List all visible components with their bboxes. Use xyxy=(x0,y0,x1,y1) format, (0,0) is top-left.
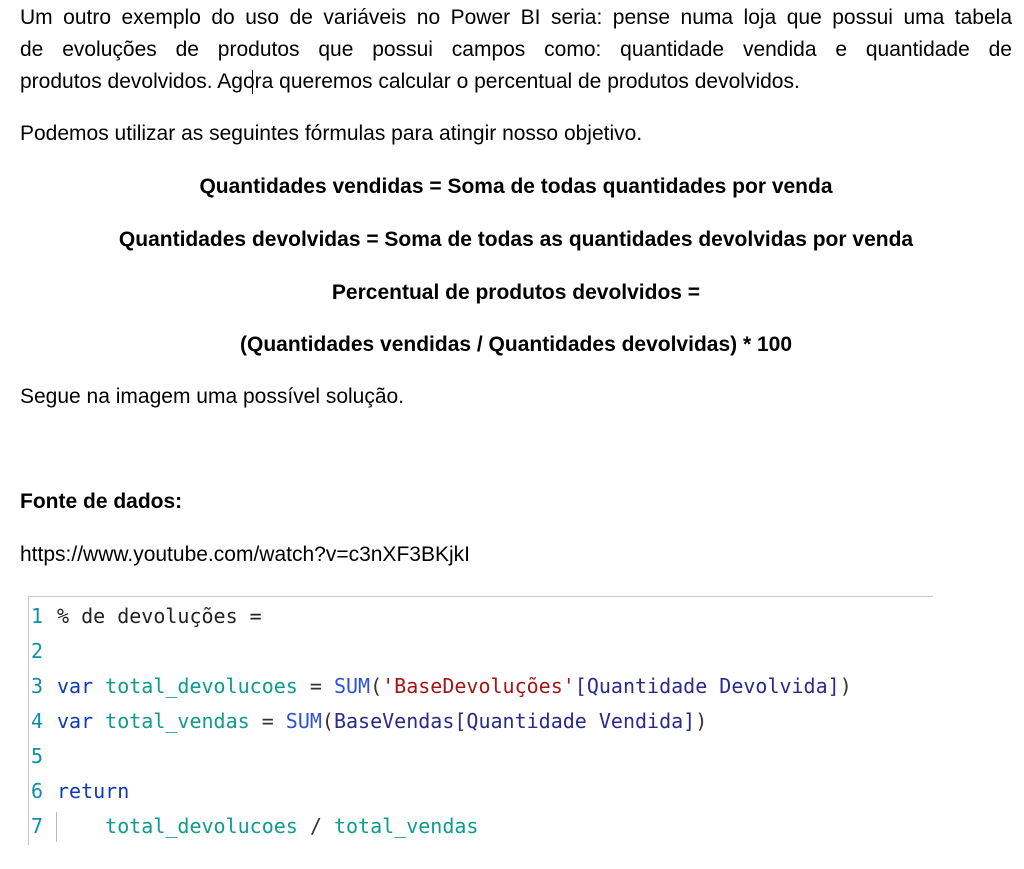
paren: ( xyxy=(321,709,334,733)
operator: / xyxy=(297,814,334,838)
code-line-2: 2 xyxy=(29,634,57,669)
line-number: 2 xyxy=(31,639,44,663)
variable-total-devolucoes: total_devolucoes xyxy=(105,674,298,698)
line-number: 6 xyxy=(31,779,44,803)
code-line-7: 7 total_devolucoes / total_vendas xyxy=(29,809,478,844)
formula-percent-title: Percentual de produtos devolvidos = xyxy=(331,281,701,304)
indent-guide xyxy=(56,812,57,842)
column-ref: [Quantidade Vendida] xyxy=(454,709,696,733)
code-line-4: 4 var total_vendas = SUM(BaseVendas[Quant… xyxy=(29,704,707,739)
keyword-var: var xyxy=(57,674,94,698)
keyword-return: return xyxy=(57,779,130,803)
function-sum: SUM xyxy=(333,674,371,698)
measure-name: % de devoluções = xyxy=(57,604,262,628)
table-ref: 'BaseDevoluções' xyxy=(382,674,575,698)
code-line-6: 6 return xyxy=(29,774,129,809)
intro-paragraph: Um outro exemplo do uso de variáveis no … xyxy=(20,2,1012,98)
solution-text: Segue na imagem uma possível solução. xyxy=(20,385,405,408)
intro-line-3: produtos devolvidos. Agora queremos calc… xyxy=(20,70,800,93)
variable-total-vendas: total_vendas xyxy=(333,814,479,838)
line-number: 7 xyxy=(31,814,44,838)
paren: ) xyxy=(839,674,852,698)
paren: ) xyxy=(695,709,708,733)
function-sum: SUM xyxy=(285,709,322,733)
line-number: 3 xyxy=(31,674,44,698)
operator: = xyxy=(249,709,286,733)
source-heading: Fonte de dados: xyxy=(20,490,183,513)
paren: ( xyxy=(370,674,383,698)
column-ref: [Quantidade Devolvida] xyxy=(574,674,840,698)
formula-sold: Quantidades vendidas = Soma de todas qua… xyxy=(199,175,833,198)
formula-percent-expression: (Quantidades vendidas / Quantidades devo… xyxy=(240,333,792,356)
code-line-3: 3 var total_devolucoes = SUM('BaseDevoluç… xyxy=(29,669,852,704)
variable-total-vendas: total_vendas xyxy=(105,709,250,733)
keyword-var: var xyxy=(57,709,94,733)
formulas-intro: Podemos utilizar as seguintes fórmulas p… xyxy=(20,122,643,145)
source-url: https://www.youtube.com/watch?v=c3nXF3BK… xyxy=(20,543,470,566)
line-number: 1 xyxy=(31,604,44,628)
line-number: 4 xyxy=(31,709,44,733)
formula-returned: Quantidades devolvidas = Soma de todas a… xyxy=(118,228,914,251)
dax-code-block: 1 % de devoluções = 2 3 var total_devoluco… xyxy=(28,596,933,845)
table-ref: BaseVendas xyxy=(333,709,455,733)
operator: = xyxy=(297,674,334,698)
code-line-5: 5 xyxy=(29,739,57,774)
code-line-1: 1 % de devoluções = xyxy=(29,599,262,634)
text-cursor xyxy=(252,70,253,94)
intro-line-1: Um outro exemplo do uso de variáveis no … xyxy=(20,6,1012,29)
intro-line-2: de evoluções de produtos que possui camp… xyxy=(20,38,1012,61)
line-number: 5 xyxy=(31,744,44,768)
variable-total-devolucoes: total_devolucoes xyxy=(105,814,298,838)
